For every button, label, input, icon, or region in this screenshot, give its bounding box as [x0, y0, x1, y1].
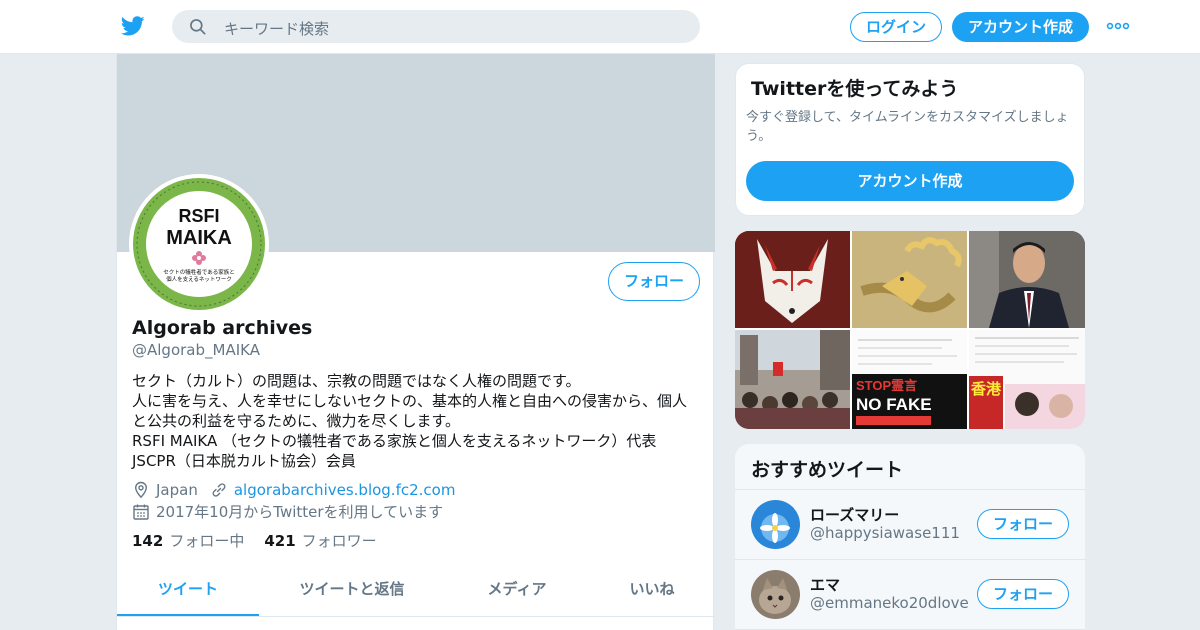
top-navigation-bar: キーワード検索 ログイン アカウント作成 — [0, 0, 1200, 54]
rsfi-maika-logo: RSFI MAIKA セクトの犠牲者である家族と 個人を支えるネットワーク — [133, 178, 265, 310]
stop-text: STOP霊言 — [856, 378, 917, 393]
profile-handle: @Algorab_MAIKA — [132, 341, 260, 359]
logo-sub1: セクトの犠牲者である家族と — [163, 268, 234, 276]
hongkong-text: 香港 — [971, 380, 1002, 398]
following-label: フォロー中 — [169, 532, 245, 550]
profile-name: Algorab archives — [132, 317, 313, 339]
avatar[interactable]: RSFI MAIKA セクトの犠牲者である家族と 個人を支えるネットワーク — [129, 174, 269, 314]
followers-count: 421 — [264, 532, 296, 550]
tab-tweets[interactable]: ツイート — [117, 564, 259, 616]
profile-column: RSFI MAIKA セクトの犠牲者である家族と 個人を支えるネットワーク フォ… — [116, 54, 715, 630]
media-tile-street-protest[interactable] — [735, 330, 850, 429]
login-button[interactable]: ログイン — [850, 12, 942, 42]
signup-card-description: 今すぐ登録して、タイムラインをカスタマイズしましょう。 — [746, 110, 1069, 144]
link-icon — [212, 483, 226, 497]
signup-button[interactable]: アカウント作成 — [952, 12, 1089, 42]
media-tile-nine-tailed-fox[interactable] — [852, 231, 967, 328]
recommended-user-name: エマ — [810, 576, 841, 594]
bio-line: セクト（カルト）の問題は、宗教の問題ではなく人権の問題です。 — [132, 372, 581, 390]
profile-joined-date: 2017年10月からTwitterを利用しています — [156, 503, 444, 521]
avatar[interactable] — [751, 570, 800, 619]
following-count-link[interactable]: 142 フォロー中 — [132, 530, 244, 551]
follow-button[interactable]: フォロー — [608, 262, 700, 301]
signup-card: Twitterを使ってみよう 今すぐ登録して、タイムラインをカスタマイズしましょ… — [735, 63, 1085, 216]
location-pin-icon — [134, 481, 148, 499]
twitter-bird-icon[interactable] — [120, 14, 146, 38]
follow-button[interactable]: フォロー — [977, 509, 1069, 539]
profile-location: Japan — [156, 481, 198, 499]
tab-likes[interactable]: いいね — [607, 564, 697, 616]
search-bar[interactable]: キーワード検索 — [172, 10, 700, 43]
following-count: 142 — [132, 532, 164, 550]
bio-line: RSFI MAIKA （セクトの犠牲者である家族と個人を支えるネットワーク）代表 — [132, 432, 657, 450]
search-input[interactable]: キーワード検索 — [224, 18, 329, 39]
avatar[interactable] — [751, 500, 800, 549]
recommended-user[interactable]: ローズマリー @happysiawase111 フォロー — [735, 490, 1085, 560]
profile-counts: 142 フォロー中 421 フォロワー — [132, 530, 397, 551]
tab-media[interactable]: メディア — [457, 564, 577, 616]
no-fake-text: NO FAKE — [856, 395, 932, 414]
media-tile-fox-mask[interactable] — [735, 231, 850, 328]
bio-line: と公共の利益を守るために、微力を尽くします。 — [132, 412, 461, 430]
recommended-user-handle: @happysiawase111 — [810, 524, 960, 542]
calendar-icon — [133, 504, 149, 520]
bio-line: JSCPR（日本脱カルト協会）会員 — [132, 452, 356, 470]
more-options-icon[interactable] — [1106, 18, 1130, 34]
logo-line1: RSFI — [178, 206, 219, 226]
recommended-user[interactable]: エマ @emmaneko20dlove フォロー — [735, 560, 1085, 630]
profile-tabs: ツイート ツイートと返信 メディア いいね — [117, 564, 715, 617]
profile-meta-joined: 2017年10月からTwitterを利用しています — [132, 501, 443, 522]
media-tile-politician[interactable] — [969, 231, 1085, 328]
recommended-panel: おすすめツイート ローズマリー @happysiawase111 フォロー エマ… — [735, 444, 1085, 630]
bio-line: 人に害を与え、人を幸せにしないセクトの、基本的人権と自由への侵害から、個人 — [132, 392, 688, 410]
media-tile-stop-fake[interactable]: STOP霊言 NO FAKE — [852, 330, 967, 429]
media-tile-hongkong[interactable]: 香港 — [969, 330, 1085, 429]
signup-card-button[interactable]: アカウント作成 — [746, 161, 1074, 201]
recommended-user-name: ローズマリー — [810, 506, 900, 524]
search-icon — [190, 19, 206, 35]
followers-label: フォロワー — [301, 532, 377, 550]
followers-count-link[interactable]: 421 フォロワー — [264, 530, 376, 551]
tab-tweets-and-replies[interactable]: ツイートと返信 — [277, 564, 427, 616]
logo-sub2: 個人を支えるネットワーク — [166, 275, 232, 283]
media-grid: STOP霊言 NO FAKE 香港 — [735, 231, 1085, 429]
logo-line2: MAIKA — [166, 227, 232, 249]
profile-bio: セクト（カルト）の問題は、宗教の問題ではなく人権の問題です。 人に害を与え、人を… — [132, 371, 702, 471]
recommended-title: おすすめツイート — [751, 459, 904, 481]
recommended-user-handle: @emmaneko20dlove — [810, 594, 969, 612]
follow-button[interactable]: フォロー — [977, 579, 1069, 609]
profile-meta-location-url: Japan algorabarchives.blog.fc2.com — [132, 481, 455, 499]
signup-card-title: Twitterを使ってみよう — [751, 78, 959, 100]
profile-url-link[interactable]: algorabarchives.blog.fc2.com — [234, 481, 456, 499]
